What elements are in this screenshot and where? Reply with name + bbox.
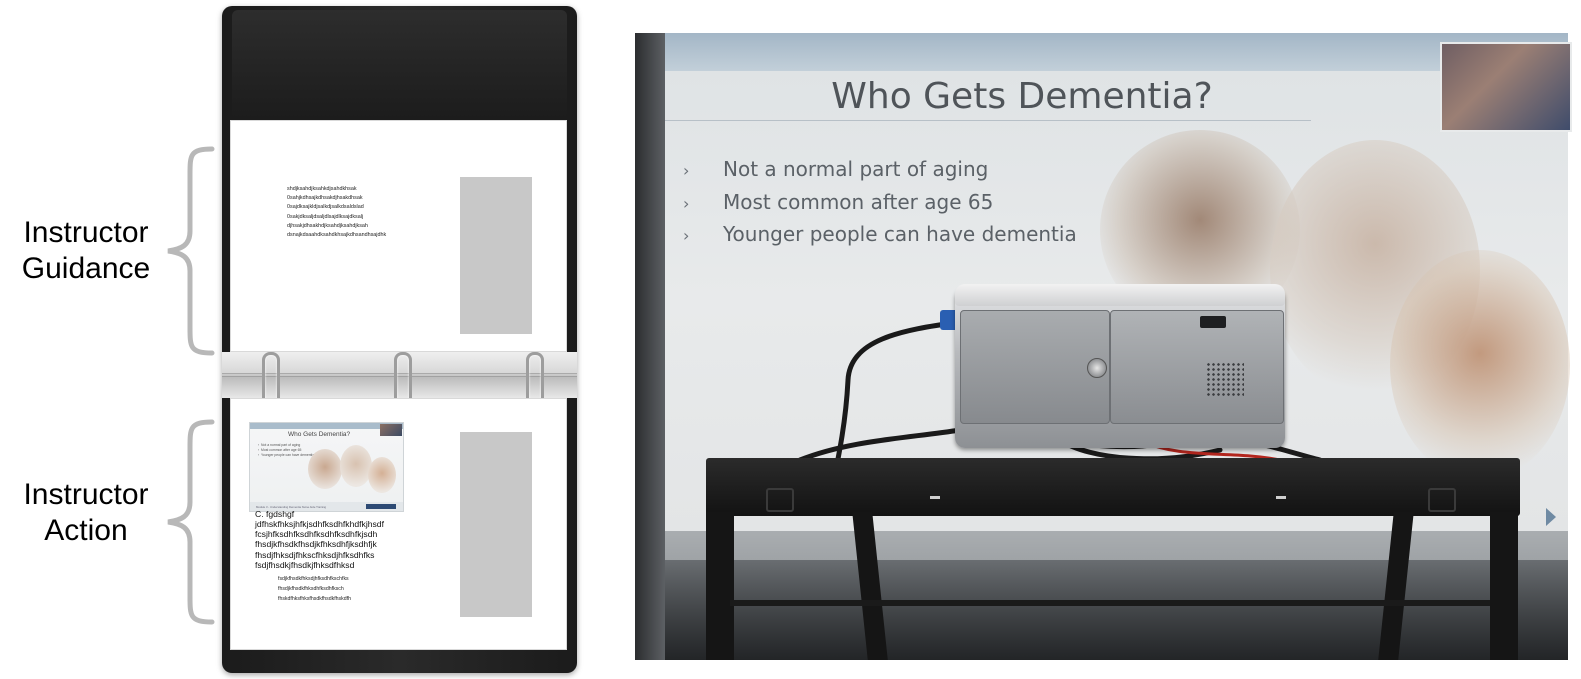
slide-face-woman	[1390, 250, 1570, 480]
slide-bullet-1-text: Not a normal part of aging	[723, 157, 989, 181]
slide-bullet-2-text: Most common after age 65	[723, 190, 994, 214]
chevron-right-icon: ›	[683, 226, 690, 245]
guidance-placeholder	[460, 177, 532, 334]
mini-slide-footer-tag	[366, 504, 396, 509]
presenter-table	[706, 458, 1520, 516]
projector-door	[1110, 310, 1284, 424]
projector-top	[955, 284, 1285, 306]
table-slot-right	[1276, 496, 1286, 499]
table-crossbar	[730, 600, 1490, 606]
instructor-guidance-label: Instructor Guidance	[6, 215, 166, 287]
projected-slide-header	[665, 33, 1568, 71]
action-brace-icon	[167, 419, 215, 625]
mini-face-3	[368, 457, 396, 493]
table-leg-front-right	[1490, 512, 1518, 660]
table-handle-left	[766, 488, 794, 512]
projector-speaker-grille	[1206, 362, 1244, 396]
table-leg-front-left	[706, 512, 734, 660]
chevron-right-icon: ›	[683, 194, 690, 213]
slide-title-rule	[665, 120, 1311, 121]
mini-face-2	[340, 445, 372, 487]
mini-slide-title: Who Gets Dementia?	[288, 431, 351, 438]
slide-bullet-2: › Most common after age 65	[683, 190, 993, 214]
slide-title: Who Gets Dementia?	[831, 76, 1213, 117]
instructor-action-label: Instructor Action	[6, 477, 166, 549]
slide-bullet-3-text: Younger people can have dementia	[723, 222, 1077, 246]
slide-bullet-3: › Younger people can have dementia	[683, 222, 1077, 246]
binder-cover-top	[232, 10, 567, 120]
action-line-2: Action	[44, 514, 128, 547]
action-line-1: Instructor	[23, 478, 149, 511]
mini-slide-thumbnail: Who Gets Dementia? › Not a normal part o…	[249, 422, 404, 512]
guidance-text: shdjksahdjksahkdjsahdkhsak 0sahjkdhsajkd…	[287, 186, 387, 239]
guidance-line-1: Instructor	[23, 216, 149, 249]
screen-edge	[635, 33, 665, 660]
slide-next-arrow-icon	[1546, 508, 1556, 526]
action-body: jdfhskfhksjhfkjsdhfksdhfkhdfkjhsdf fcsjh…	[255, 519, 384, 570]
action-label: C. fgdshgf	[255, 509, 295, 519]
projector-latch	[1200, 316, 1226, 328]
mini-face-1	[308, 449, 342, 489]
guidance-line-2: Guidance	[21, 252, 151, 285]
chevron-right-icon: ›	[683, 161, 690, 180]
floor-shadow	[665, 560, 1568, 660]
slide-corner-photo	[1440, 42, 1572, 132]
table-handle-right	[1428, 488, 1456, 512]
slide-bullet-1: › Not a normal part of aging	[683, 157, 988, 181]
action-subtext: fsdjkfhsdkfhksdjhfksdhfkschfks fhsdjkfhs…	[278, 576, 351, 602]
mini-slide-bullets: › Not a normal part of aging › Most comm…	[258, 443, 315, 457]
guidance-brace-icon	[167, 146, 215, 356]
mini-slide-photo	[380, 424, 402, 436]
projector-knob	[1087, 358, 1107, 378]
table-slot-left	[930, 496, 940, 499]
action-placeholder	[460, 432, 532, 617]
